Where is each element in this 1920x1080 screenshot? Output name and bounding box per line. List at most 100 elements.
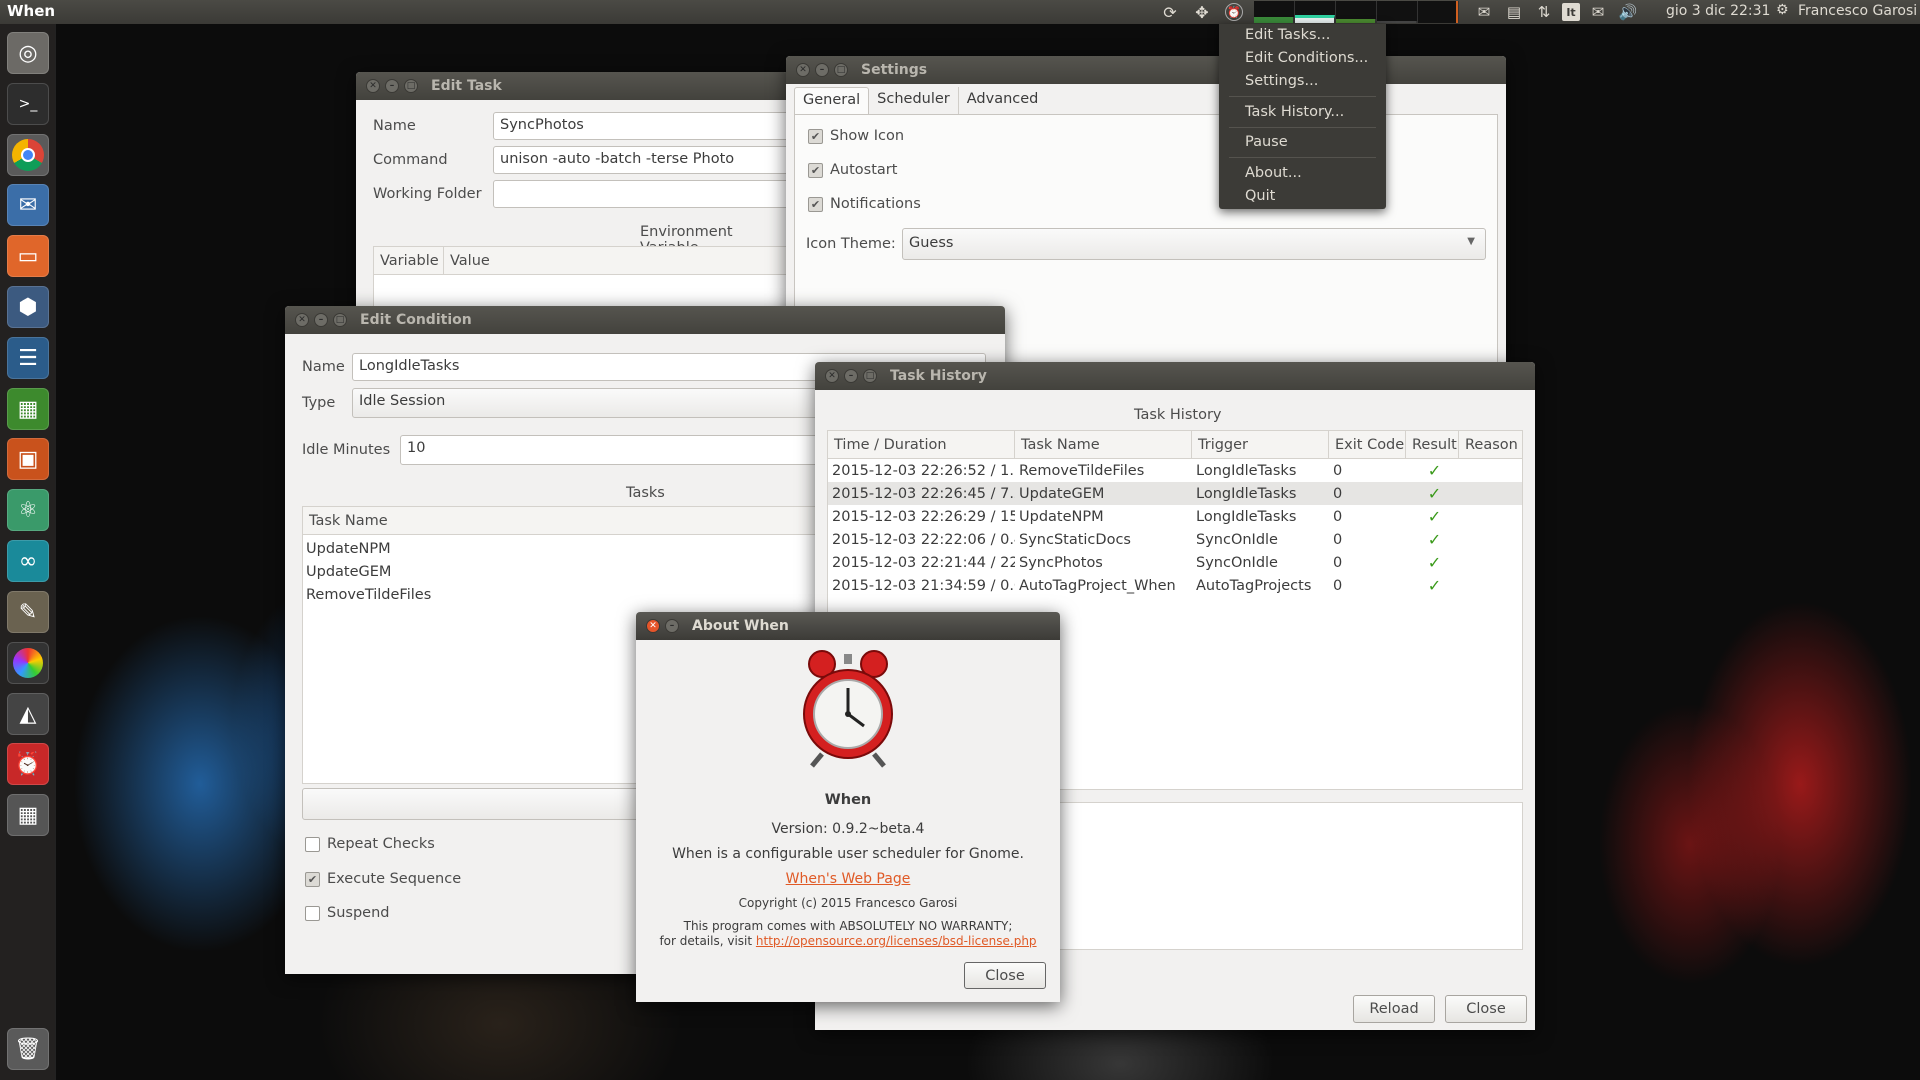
menu-item-edit-tasks[interactable]: Edit Tasks... bbox=[1245, 27, 1330, 43]
clipboard-icon[interactable]: ▤ bbox=[1502, 0, 1526, 24]
menu-item-edit-conditions[interactable]: Edit Conditions... bbox=[1245, 50, 1368, 66]
writer-icon[interactable]: ☰ bbox=[7, 337, 49, 379]
column-result[interactable]: Result bbox=[1406, 431, 1459, 458]
thunderbird-icon[interactable]: ✉ bbox=[7, 184, 49, 226]
clock[interactable]: gio 3 dic 22:31 bbox=[1666, 3, 1770, 19]
network-icon[interactable]: ⇅ bbox=[1532, 0, 1556, 24]
minimize-window-button[interactable]: – bbox=[314, 313, 328, 327]
table-row[interactable]: 2015-12-03 22:26:45 / 7.22 UpdateGEM Lon… bbox=[828, 482, 1522, 505]
color-picker-icon[interactable] bbox=[7, 642, 49, 684]
list-item[interactable]: UpdateNPM bbox=[306, 541, 391, 557]
maximize-window-button[interactable]: □ bbox=[863, 369, 877, 383]
messaging-icon[interactable]: ✉ bbox=[1472, 0, 1496, 24]
chevron-down-icon: ▼ bbox=[1467, 236, 1475, 247]
update-icon[interactable]: ⟳ bbox=[1158, 0, 1182, 24]
column-value[interactable]: Value bbox=[444, 247, 788, 274]
trash-icon[interactable]: 🗑 bbox=[7, 1028, 49, 1070]
terminal-icon[interactable]: >_ bbox=[7, 83, 49, 125]
icon-theme-dropdown[interactable]: Guess ▼ bbox=[902, 228, 1486, 260]
column-exit-code[interactable]: Exit Code bbox=[1329, 431, 1406, 458]
license-link[interactable]: http://opensource.org/licenses/bsd-licen… bbox=[756, 934, 1037, 948]
tab-general[interactable]: General bbox=[794, 87, 870, 115]
gear-icon[interactable]: ⚙ bbox=[1776, 2, 1789, 18]
system-monitor-graph[interactable] bbox=[1254, 1, 1459, 23]
dropbox-icon[interactable]: ✥ bbox=[1190, 0, 1214, 24]
column-trigger[interactable]: Trigger bbox=[1192, 431, 1329, 458]
minimize-window-button[interactable]: – bbox=[385, 79, 399, 93]
cell-exit-code: 0 bbox=[1333, 554, 1343, 571]
close-window-button[interactable]: ✕ bbox=[366, 79, 380, 93]
notifications-checkbox[interactable]: ✔ Notifications bbox=[808, 196, 921, 212]
list-item[interactable]: UpdateGEM bbox=[306, 564, 391, 580]
menu-item-task-history[interactable]: Task History... bbox=[1245, 104, 1344, 120]
idle-minutes-label: Idle Minutes bbox=[302, 442, 391, 458]
menu-item-pause[interactable]: Pause bbox=[1245, 134, 1288, 150]
close-window-button[interactable]: ✕ bbox=[796, 63, 810, 77]
cell-time: 2015-12-03 22:21:44 / 22.02 bbox=[832, 554, 1015, 571]
web-page-link[interactable]: When's Web Page bbox=[786, 871, 911, 887]
table-row[interactable]: 2015-12-03 22:22:06 / 0.45 SyncStaticDoc… bbox=[828, 528, 1522, 551]
suspend-checkbox[interactable]: Suspend bbox=[305, 905, 389, 921]
menu-item-settings[interactable]: Settings... bbox=[1245, 73, 1318, 89]
column-reason[interactable]: Reason bbox=[1459, 431, 1522, 458]
maximize-window-button[interactable]: □ bbox=[404, 79, 418, 93]
inkscape-icon[interactable]: ◭ bbox=[7, 693, 49, 735]
column-task-name[interactable]: Task Name bbox=[1015, 431, 1192, 458]
table-row[interactable]: 2015-12-03 22:26:52 / 1.70 RemoveTildeFi… bbox=[828, 459, 1522, 482]
minimize-window-button[interactable]: – bbox=[665, 619, 679, 633]
command-field[interactable]: unison -auto -batch -terse Photo bbox=[493, 146, 788, 174]
chrome-icon[interactable] bbox=[7, 134, 49, 176]
column-variable[interactable]: Variable bbox=[374, 247, 444, 274]
working-folder-field[interactable] bbox=[493, 180, 788, 208]
close-window-button[interactable]: ✕ bbox=[646, 619, 660, 633]
volume-icon[interactable]: 🔊 bbox=[1616, 0, 1640, 24]
close-window-button[interactable]: ✕ bbox=[825, 369, 839, 383]
reload-button[interactable]: Reload bbox=[1353, 995, 1435, 1023]
tab-advanced[interactable]: Advanced bbox=[959, 87, 1047, 115]
warranty-prefix: for details, visit bbox=[659, 934, 756, 948]
files-icon[interactable]: ▭ bbox=[7, 235, 49, 277]
gimp-icon[interactable]: ✎ bbox=[7, 591, 49, 633]
arduino-icon[interactable]: ∞ bbox=[7, 540, 49, 582]
name-field[interactable]: SyncPhotos bbox=[493, 112, 788, 140]
icon-theme-value: Guess bbox=[909, 235, 954, 251]
tab-scheduler[interactable]: Scheduler bbox=[869, 87, 959, 115]
minimize-window-button[interactable]: – bbox=[815, 63, 829, 77]
virtualbox-icon[interactable]: ⬢ bbox=[7, 286, 49, 328]
close-window-button[interactable]: ✕ bbox=[295, 313, 309, 327]
checkmark-icon: ✔ bbox=[808, 196, 823, 212]
execute-sequence-checkbox[interactable]: ✔ Execute Sequence bbox=[305, 871, 461, 887]
when-alarm-icon[interactable]: ⏰ bbox=[7, 743, 49, 785]
minimize-window-button[interactable]: – bbox=[844, 369, 858, 383]
user-menu[interactable]: Francesco Garosi bbox=[1798, 3, 1917, 19]
about-warranty-line2: for details, visit http://opensource.org… bbox=[636, 934, 1060, 948]
close-button[interactable]: Close bbox=[964, 962, 1046, 989]
calc-icon[interactable]: ▦ bbox=[7, 388, 49, 430]
mail-icon[interactable]: ✉ bbox=[1586, 0, 1610, 24]
repeat-checks-checkbox[interactable]: Repeat Checks bbox=[305, 836, 435, 852]
task-history-heading: Task History bbox=[1134, 407, 1222, 423]
when-indicator-menu: Edit Tasks... Edit Conditions... Setting… bbox=[1219, 24, 1386, 209]
show-icon-checkbox[interactable]: ✔ Show Icon bbox=[808, 128, 904, 144]
menu-item-quit[interactable]: Quit bbox=[1245, 188, 1275, 204]
atom-icon[interactable]: ⚛ bbox=[7, 489, 49, 531]
menu-item-about[interactable]: About... bbox=[1245, 165, 1302, 181]
alarm-clock-icon[interactable]: ⏰ bbox=[1225, 3, 1243, 21]
maximize-window-button[interactable]: □ bbox=[333, 313, 347, 327]
maximize-window-button[interactable]: □ bbox=[834, 63, 848, 77]
table-row[interactable]: 2015-12-03 21:34:59 / 0.05 AutoTagProjec… bbox=[828, 574, 1522, 597]
dash-icon[interactable]: ◎ bbox=[7, 32, 49, 74]
list-item[interactable]: RemoveTildeFiles bbox=[306, 587, 431, 603]
close-button[interactable]: Close bbox=[1445, 995, 1527, 1023]
table-row[interactable]: 2015-12-03 22:21:44 / 22.02 SyncPhotos S… bbox=[828, 551, 1522, 574]
cell-trigger: AutoTagProjects bbox=[1196, 577, 1312, 594]
column-time-duration[interactable]: Time / Duration bbox=[828, 431, 1015, 458]
keyboard-layout-icon[interactable]: It bbox=[1562, 3, 1580, 21]
cell-exit-code: 0 bbox=[1333, 508, 1343, 525]
table-row[interactable]: 2015-12-03 22:26:29 / 15.32 UpdateNPM Lo… bbox=[828, 505, 1522, 528]
impress-icon[interactable]: ▣ bbox=[7, 438, 49, 480]
workspace-switcher-icon[interactable]: ▦ bbox=[7, 794, 49, 836]
window-title: Edit Condition bbox=[360, 312, 472, 328]
autostart-checkbox[interactable]: ✔ Autostart bbox=[808, 162, 897, 178]
name-label: Name bbox=[302, 359, 345, 375]
